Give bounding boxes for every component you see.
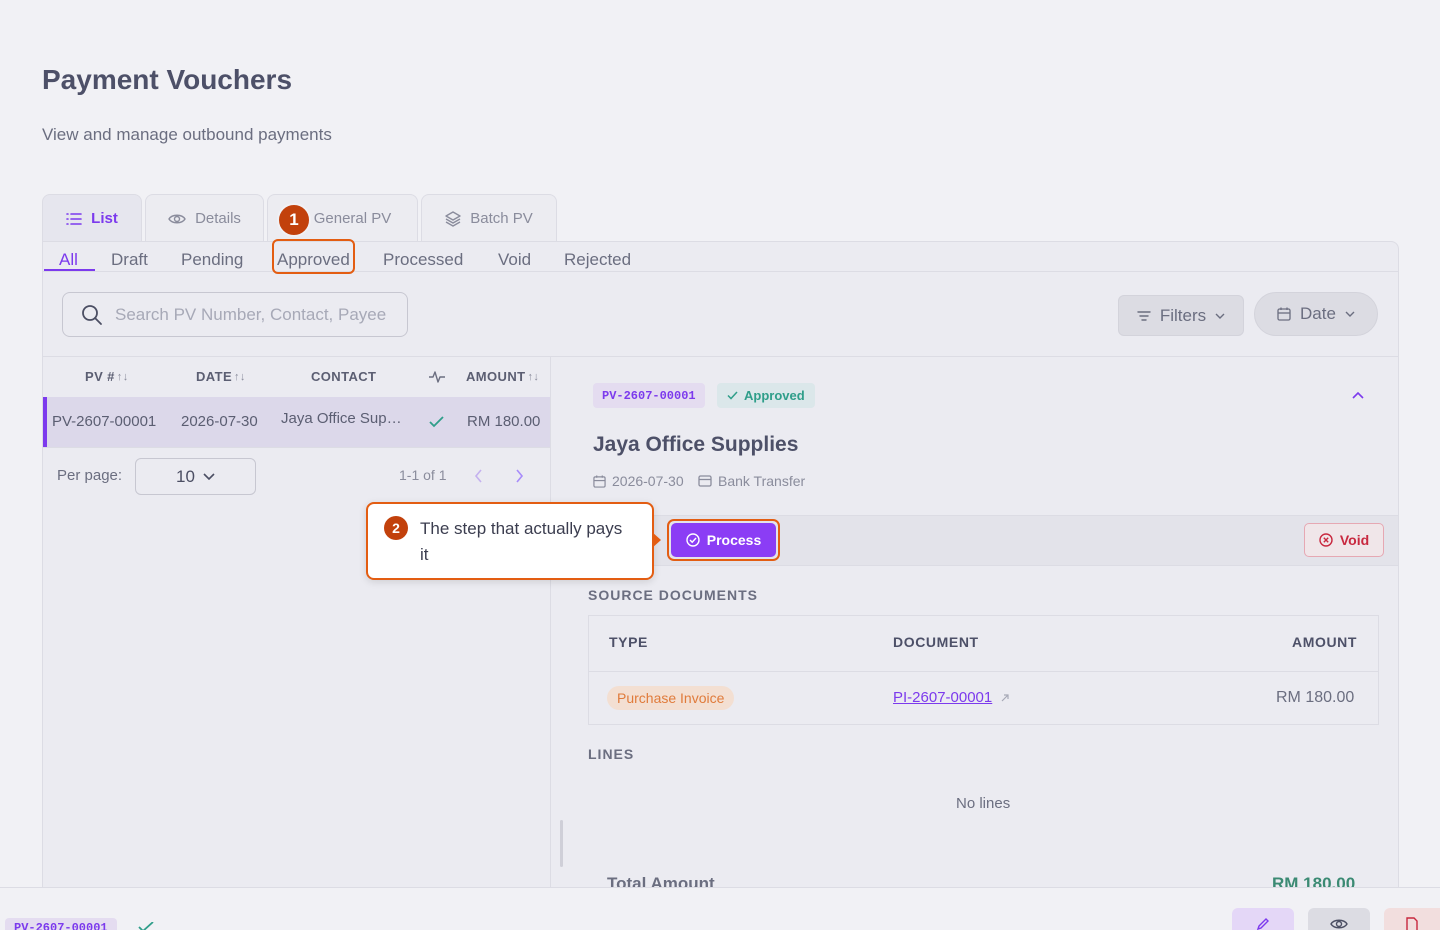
list-icon <box>66 212 82 226</box>
callout-text: The step that actually pays it <box>420 519 623 564</box>
column-header-contact: CONTACT <box>311 369 377 384</box>
layers-icon <box>445 210 461 227</box>
file-icon <box>1405 917 1419 930</box>
document-link[interactable]: PI-2607-00001 <box>893 689 1010 706</box>
page-subtitle: View and manage outbound payments <box>42 125 332 144</box>
status-badge: Approved <box>717 383 815 408</box>
void-button[interactable]: Void <box>1304 523 1384 557</box>
approved-tab-highlight <box>272 239 355 274</box>
status-tabs-divider <box>43 271 1398 272</box>
process-button-label: Process <box>706 532 762 548</box>
check-icon <box>138 922 154 930</box>
contact-name: Jaya Office Supplies <box>593 433 799 456</box>
active-tab-indicator <box>44 269 95 271</box>
date-filter-button[interactable]: Date <box>1254 292 1378 336</box>
row-contact: Jaya Office Sup… <box>281 410 402 427</box>
external-link-icon <box>1000 693 1010 703</box>
row-date: 2026-07-30 <box>181 413 258 430</box>
pdf-button[interactable] <box>1384 908 1440 930</box>
page-title: Payment Vouchers <box>42 64 293 95</box>
chevron-up-icon <box>1352 391 1364 399</box>
pencil-icon <box>1256 917 1270 930</box>
eye-icon <box>168 212 186 226</box>
chevron-down-icon <box>1215 313 1225 319</box>
pagination-range: 1-1 of 1 <box>399 467 447 483</box>
pane-divider <box>550 357 551 902</box>
tab-list-label: List <box>91 210 118 227</box>
document-amount: RM 180.00 <box>1276 689 1355 706</box>
payment-method: Bank Transfer <box>698 473 805 489</box>
status-tab-processed[interactable]: Processed <box>383 248 463 272</box>
filters-button[interactable]: Filters <box>1118 295 1244 336</box>
eye-icon <box>1330 917 1348 930</box>
next-page-button[interactable] <box>515 469 524 483</box>
toolbar-divider <box>43 356 1398 357</box>
pv-number-badge: PV-2607-00001 <box>593 383 705 408</box>
column-header-pv[interactable]: PV # ↑↓ <box>85 369 129 384</box>
docs-column-document: DOCUMENT <box>893 634 979 650</box>
row-divider <box>43 447 550 448</box>
check-icon <box>727 391 738 400</box>
voucher-date: 2026-07-30 <box>593 473 684 489</box>
tab-list[interactable]: List <box>42 194 142 242</box>
lines-title: LINES <box>588 746 635 762</box>
bottom-bar <box>0 887 1440 930</box>
search-box[interactable] <box>62 292 408 337</box>
check-circle-icon <box>686 533 700 547</box>
check-icon <box>429 416 444 428</box>
status-tab-void[interactable]: Void <box>498 248 531 272</box>
calendar-icon <box>1277 307 1291 321</box>
edit-button[interactable] <box>1232 908 1294 930</box>
docs-column-amount: AMOUNT <box>1292 634 1358 650</box>
tab-details[interactable]: Details <box>145 194 264 242</box>
status-tab-pending[interactable]: Pending <box>181 248 243 272</box>
x-circle-icon <box>1319 533 1333 547</box>
row-amount: RM 180.00 <box>467 413 541 430</box>
tab-batch-pv-label: Batch PV <box>470 210 533 227</box>
column-header-date[interactable]: DATE ↑↓ <box>196 369 246 384</box>
per-page-label: Per page: <box>57 467 123 484</box>
search-icon <box>81 304 103 326</box>
tab-details-label: Details <box>195 210 241 227</box>
step-2-marker: 2 <box>384 516 408 540</box>
docs-header-divider <box>589 671 1378 672</box>
view-button[interactable] <box>1308 908 1370 930</box>
chevron-down-icon <box>1345 311 1355 317</box>
credit-card-icon <box>698 475 712 487</box>
bottom-pv-badge: PV-2607-00001 <box>5 918 117 930</box>
docs-column-type: TYPE <box>609 634 648 650</box>
activity-icon <box>428 370 446 384</box>
per-page-select[interactable]: 10 <box>135 458 256 495</box>
content-panel <box>42 241 1399 901</box>
search-input[interactable] <box>115 304 395 325</box>
filters-label: Filters <box>1159 305 1207 325</box>
document-type-badge: Purchase Invoice <box>607 686 735 710</box>
source-documents-title: SOURCE DOCUMENTS <box>588 587 759 603</box>
calendar-icon <box>593 474 606 488</box>
tab-general-pv-label: General PV <box>313 210 392 227</box>
filter-icon <box>1137 310 1151 321</box>
status-badge-label: Approved <box>744 388 805 403</box>
column-header-amount[interactable]: AMOUNT ↑↓ <box>466 369 539 384</box>
date-label: Date <box>1300 304 1336 323</box>
scrollbar-thumb[interactable] <box>560 820 563 867</box>
status-tab-draft[interactable]: Draft <box>111 248 148 272</box>
no-lines-text: No lines <box>956 795 1011 812</box>
tab-batch-pv[interactable]: Batch PV <box>421 194 557 242</box>
process-button[interactable]: Process <box>671 523 776 557</box>
row-pv-number: PV-2607-00001 <box>52 413 157 430</box>
step-1-marker: 1 <box>277 203 311 237</box>
collapse-button[interactable] <box>1352 391 1364 399</box>
prev-page-button[interactable] <box>474 469 483 483</box>
per-page-value: 10 <box>176 466 195 486</box>
void-button-label: Void <box>1339 532 1370 548</box>
callout-arrow <box>652 532 661 548</box>
status-tab-rejected[interactable]: Rejected <box>564 248 631 272</box>
chevron-down-icon <box>203 473 215 480</box>
